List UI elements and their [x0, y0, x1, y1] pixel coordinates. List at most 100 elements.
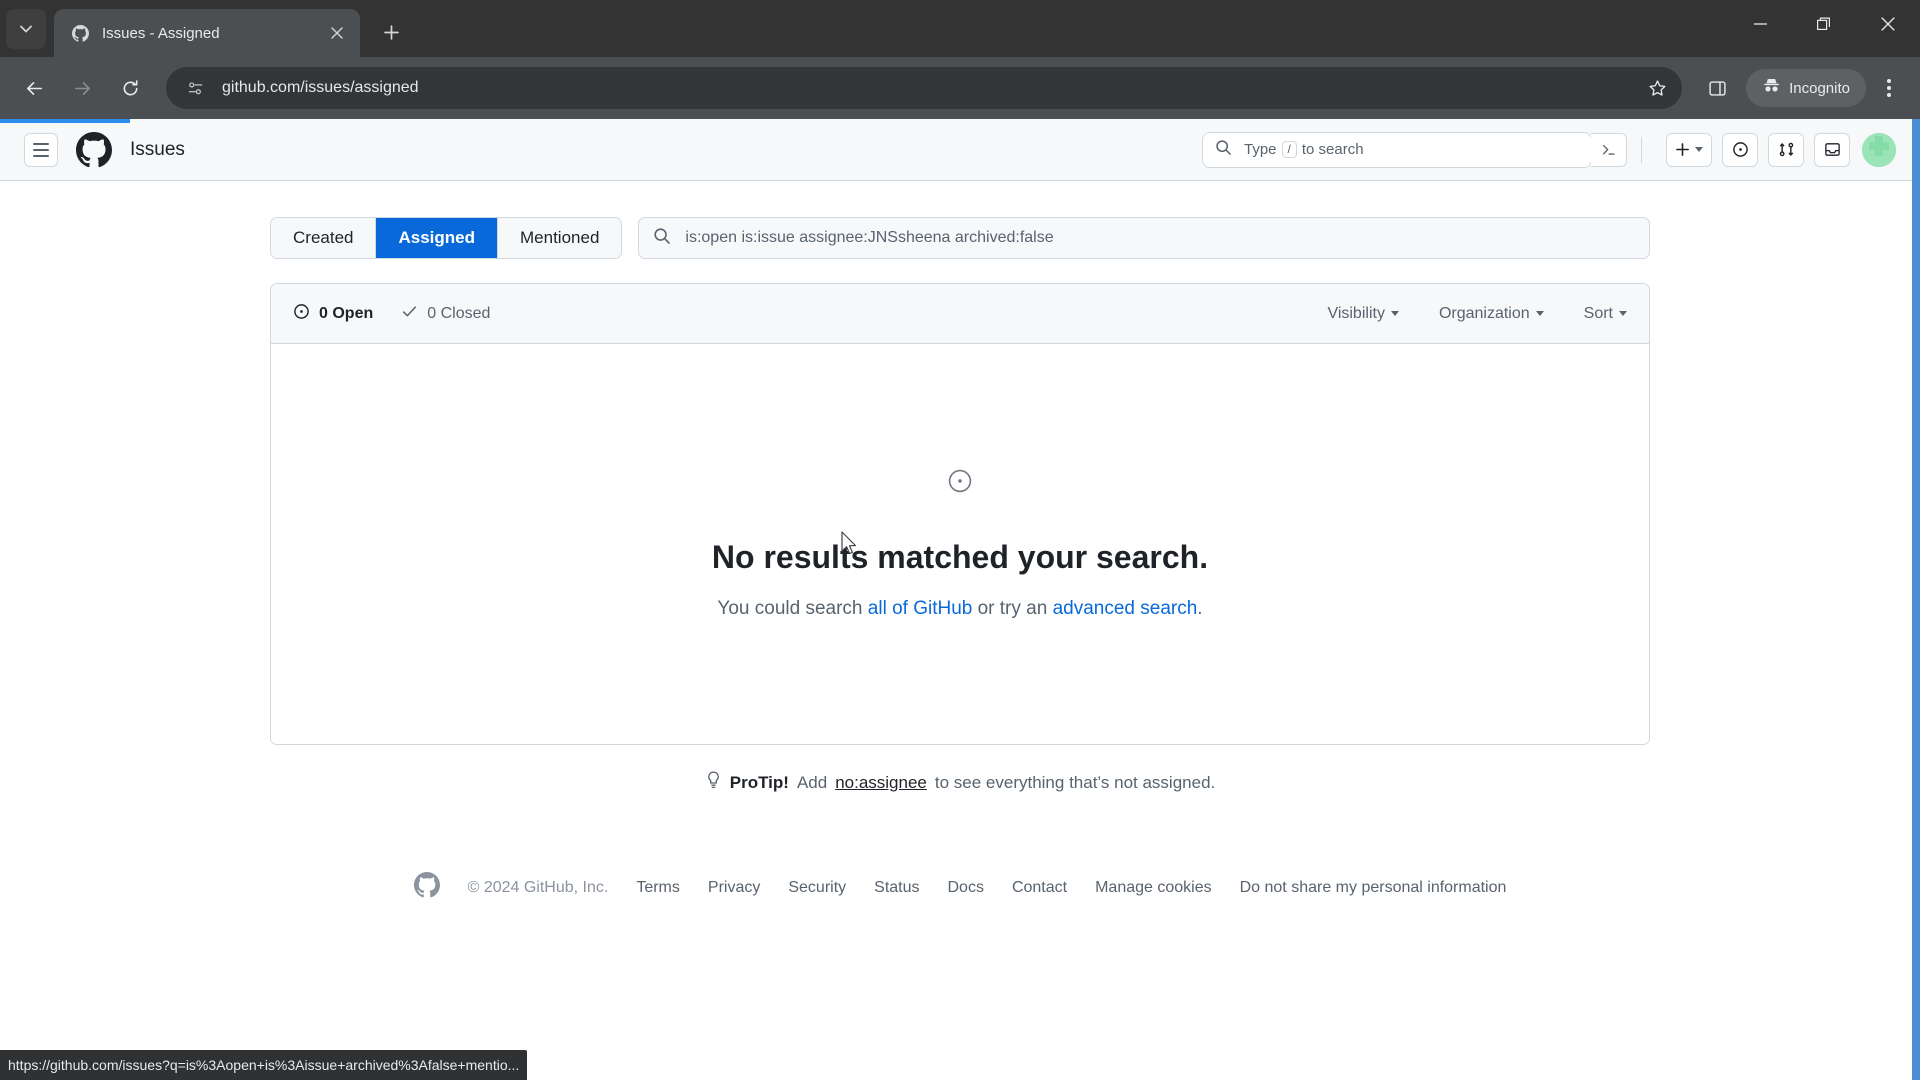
- chevron-down-icon: [1390, 311, 1399, 316]
- empty-sub-suffix: .: [1197, 598, 1203, 619]
- protip-text-after: to see everything that’s not assigned.: [934, 772, 1216, 792]
- tab-mentioned[interactable]: Mentioned: [498, 218, 622, 258]
- sort-label: Sort: [1583, 304, 1613, 322]
- site-settings-icon[interactable]: [182, 75, 208, 101]
- footer-link-terms[interactable]: Terms: [636, 879, 680, 897]
- minimize-icon[interactable]: [1728, 0, 1792, 47]
- protip-text-before: Add: [796, 772, 828, 792]
- no-assignee-link[interactable]: no:assignee: [835, 773, 927, 793]
- pull-requests-button[interactable]: [1768, 132, 1804, 167]
- main-content: Created Assigned Mentioned is:open is:is…: [0, 181, 1920, 903]
- bookmark-star-icon[interactable]: [1640, 71, 1674, 105]
- empty-state-subtitle: You could search all of GitHub or try an…: [717, 598, 1202, 620]
- back-arrow-icon[interactable]: [12, 66, 56, 110]
- global-search-placeholder: Type / to search: [1244, 141, 1364, 158]
- inbox-button[interactable]: [1814, 132, 1850, 167]
- sort-dropdown[interactable]: Sort: [1584, 305, 1627, 323]
- advanced-search-link[interactable]: advanced search: [1053, 598, 1198, 619]
- page-load-progress: [0, 119, 130, 123]
- closed-count-label: 0 Closed: [427, 304, 491, 322]
- github-header: Issues Type / to search: [0, 119, 1920, 181]
- tab-title: Issues - Assigned: [102, 24, 220, 42]
- close-icon[interactable]: [324, 20, 350, 46]
- browser-toolbar: github.com/issues/assigned Incognito: [0, 57, 1920, 119]
- issue-search-input[interactable]: is:open is:issue assignee:JNSsheena arch…: [638, 217, 1650, 259]
- issue-results-panel: 0 Open 0 Closed Visibility Organization …: [270, 283, 1650, 745]
- all-of-github-link[interactable]: all of GitHub: [868, 598, 973, 619]
- empty-state-title: No results matched your search.: [711, 539, 1209, 575]
- status-bar-url: https://github.com/issues?q=is%3Aopen+is…: [0, 1050, 528, 1080]
- kebab-menu-icon[interactable]: [1870, 69, 1908, 107]
- search-icon: [1215, 139, 1232, 161]
- incognito-label: Incognito: [1789, 79, 1850, 97]
- github-icon: [70, 23, 90, 43]
- footer-link-security[interactable]: Security: [788, 879, 846, 897]
- github-header-actions: Type / to search: [1202, 131, 1896, 168]
- url-text: github.com/issues/assigned: [222, 79, 419, 96]
- open-count-label: 0 Open: [319, 304, 374, 322]
- tab-strip: Issues - Assigned: [0, 0, 1920, 57]
- github-logo-icon: [413, 872, 440, 903]
- header-divider: [1641, 136, 1642, 163]
- footer-link-privacy[interactable]: Privacy: [708, 879, 760, 897]
- chevron-down-icon: [1535, 311, 1544, 316]
- issue-opened-icon: [947, 468, 973, 499]
- terminal-icon[interactable]: [1591, 132, 1627, 167]
- empty-sub-prefix: You could search: [717, 598, 868, 619]
- closed-issues-count[interactable]: 0 Closed: [401, 303, 490, 325]
- organization-label: Organization: [1438, 304, 1530, 322]
- visibility-dropdown[interactable]: Visibility: [1327, 305, 1399, 323]
- protip-label: ProTip!: [729, 772, 789, 792]
- issue-filter-dropdowns: Visibility Organization Sort: [1327, 305, 1627, 323]
- page-viewport: Issues Type / to search Created Assigned…: [0, 119, 1920, 1080]
- tab-created[interactable]: Created: [271, 218, 377, 258]
- incognito-icon: [1762, 76, 1781, 100]
- avatar[interactable]: [1862, 132, 1896, 167]
- issue-filter-row: Created Assigned Mentioned is:open is:is…: [270, 217, 1650, 259]
- organization-dropdown[interactable]: Organization: [1439, 305, 1544, 323]
- chevron-down-icon: [1619, 311, 1627, 316]
- close-icon[interactable]: [1856, 0, 1920, 47]
- github-logo-icon[interactable]: [76, 131, 112, 168]
- global-search-input[interactable]: Type / to search: [1202, 131, 1592, 168]
- empty-state: No results matched your search. You coul…: [271, 344, 1649, 744]
- search-prefix-label: Type: [1244, 141, 1277, 158]
- forward-arrow-icon[interactable]: [60, 66, 104, 110]
- protip-banner: ProTip! Add no:assignee to see everythin…: [270, 771, 1650, 794]
- footer-link-contact[interactable]: Contact: [1012, 879, 1067, 897]
- restore-icon[interactable]: [1792, 0, 1856, 47]
- tab-assigned[interactable]: Assigned: [376, 218, 499, 258]
- search-suffix-label: to search: [1301, 141, 1364, 158]
- new-tab-button[interactable]: [374, 15, 408, 49]
- footer-link-docs[interactable]: Docs: [948, 879, 984, 897]
- side-panel-icon[interactable]: [1696, 67, 1738, 109]
- issue-results-header: 0 Open 0 Closed Visibility Organization …: [271, 284, 1649, 344]
- tab-search-icon[interactable]: [6, 9, 46, 49]
- visibility-label: Visibility: [1327, 304, 1385, 322]
- page-scrollbar[interactable]: [1912, 119, 1920, 1080]
- page-title[interactable]: Issues: [130, 139, 185, 161]
- issue-scope-tabs: Created Assigned Mentioned: [270, 217, 623, 259]
- search-icon: [653, 227, 671, 250]
- footer-link-manage-cookies[interactable]: Manage cookies: [1095, 879, 1212, 897]
- address-bar[interactable]: github.com/issues/assigned: [166, 67, 1683, 109]
- window-controls: [1728, 0, 1920, 47]
- chevron-down-icon: [1695, 147, 1703, 152]
- check-icon: [401, 303, 418, 325]
- incognito-indicator[interactable]: Incognito: [1746, 69, 1866, 107]
- slash-key-hint: /: [1281, 141, 1297, 158]
- lightbulb-icon: [705, 771, 722, 794]
- create-new-button[interactable]: [1666, 132, 1712, 167]
- open-issues-count[interactable]: 0 Open: [293, 303, 373, 325]
- browser-window: Issues - Assigned github.com/issues/assi…: [0, 0, 1920, 1080]
- browser-tab[interactable]: Issues - Assigned: [54, 9, 360, 57]
- issue-search-query: is:open is:issue assignee:JNSsheena arch…: [685, 229, 1054, 246]
- footer-link-status[interactable]: Status: [874, 879, 919, 897]
- hamburger-menu-icon[interactable]: [24, 132, 58, 167]
- footer-link-do-not-share[interactable]: Do not share my personal information: [1240, 879, 1507, 897]
- reload-icon[interactable]: [108, 66, 152, 110]
- page-footer: © 2024 GitHub, Inc. Terms Privacy Securi…: [270, 872, 1650, 903]
- empty-sub-middle: or try an: [972, 598, 1053, 619]
- issues-button[interactable]: [1722, 132, 1758, 167]
- copyright-label: © 2024 GitHub, Inc.: [467, 878, 609, 896]
